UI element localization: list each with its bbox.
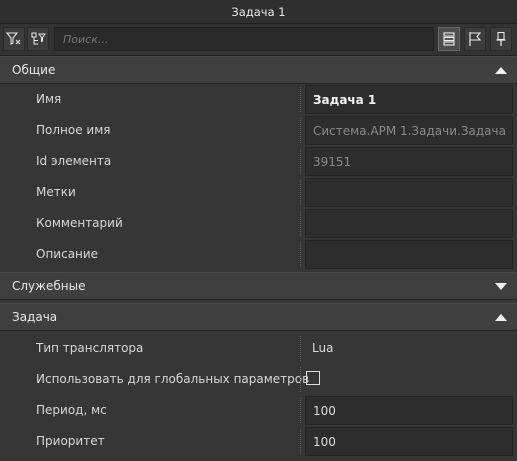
- property-label: Id элемента: [36, 154, 112, 168]
- property-row-global: Использовать для глобальных параметров: [0, 364, 517, 395]
- column-splitter[interactable]: [300, 429, 302, 454]
- period-field[interactable]: 100: [305, 396, 513, 425]
- section-title: Задача: [12, 310, 58, 324]
- column-splitter[interactable]: [300, 87, 302, 112]
- property-row-comment: Комментарий: [0, 208, 517, 239]
- column-splitter[interactable]: [300, 398, 302, 423]
- property-label: Период, мс: [36, 403, 107, 417]
- property-label: Имя: [36, 92, 62, 106]
- section-service-header[interactable]: Служебные: [0, 272, 517, 300]
- property-row-priority: Приоритет 100: [0, 426, 517, 457]
- property-label: Метки: [36, 185, 76, 199]
- filter-button[interactable]: [3, 27, 25, 51]
- column-splitter[interactable]: [300, 336, 302, 361]
- priority-field[interactable]: 100: [305, 427, 513, 456]
- column-splitter[interactable]: [300, 367, 302, 392]
- column-splitter[interactable]: [300, 180, 302, 205]
- tree-filter-icon: [31, 32, 46, 45]
- property-row-period: Период, мс 100: [0, 395, 517, 426]
- tags-field[interactable]: [305, 178, 513, 207]
- column-splitter[interactable]: [300, 211, 302, 236]
- property-label: Приоритет: [36, 434, 105, 448]
- description-field[interactable]: [305, 240, 513, 269]
- tree-filter-button[interactable]: [27, 27, 49, 51]
- property-row-id: Id элемента 39151: [0, 146, 517, 177]
- property-label: Описание: [36, 247, 99, 261]
- property-label: Полное имя: [36, 123, 111, 137]
- section-title: Служебные: [12, 279, 86, 293]
- section-title: Общие: [12, 63, 56, 77]
- toolbar: [0, 24, 517, 56]
- search-input[interactable]: [61, 31, 427, 47]
- collapse-arrow-icon[interactable]: [495, 314, 507, 321]
- pin-button[interactable]: [490, 27, 512, 51]
- property-row-tags: Метки: [0, 177, 517, 208]
- window-title: Задача 1: [0, 0, 517, 24]
- id-field: 39151: [305, 147, 513, 176]
- property-row-translator: Тип транслятора Lua: [0, 333, 517, 364]
- property-label: Комментарий: [36, 216, 123, 230]
- property-row-name: Имя Задача 1: [0, 84, 517, 115]
- column-splitter[interactable]: [300, 118, 302, 143]
- global-params-checkbox[interactable]: [306, 371, 320, 385]
- pin-icon: [496, 31, 506, 46]
- column-splitter[interactable]: [300, 242, 302, 267]
- full-name-field: Система.АРМ 1.Задачи.Задача 1: [305, 116, 513, 166]
- comment-field[interactable]: [305, 209, 513, 238]
- property-label: Использовать для глобальных параметров: [36, 372, 310, 386]
- flag-icon: [469, 32, 482, 46]
- section-task-header[interactable]: Задача: [0, 303, 517, 331]
- flag-button[interactable]: [464, 27, 486, 51]
- property-row-full-name: Полное имя Система.АРМ 1.Задачи.Задача 1: [0, 115, 517, 166]
- section-general-header[interactable]: Общие: [0, 56, 517, 84]
- column-splitter[interactable]: [300, 149, 302, 174]
- filter-icon: [6, 32, 21, 45]
- property-row-description: Описание: [0, 239, 517, 270]
- property-label: Тип транслятора: [36, 341, 144, 355]
- list-view-icon: [443, 32, 455, 46]
- expand-arrow-icon[interactable]: [495, 283, 507, 290]
- name-field[interactable]: Задача 1: [305, 85, 513, 114]
- translator-type-field[interactable]: Lua: [305, 334, 513, 363]
- collapse-arrow-icon[interactable]: [495, 67, 507, 74]
- list-view-button[interactable]: [438, 27, 460, 51]
- search-field[interactable]: [54, 27, 434, 51]
